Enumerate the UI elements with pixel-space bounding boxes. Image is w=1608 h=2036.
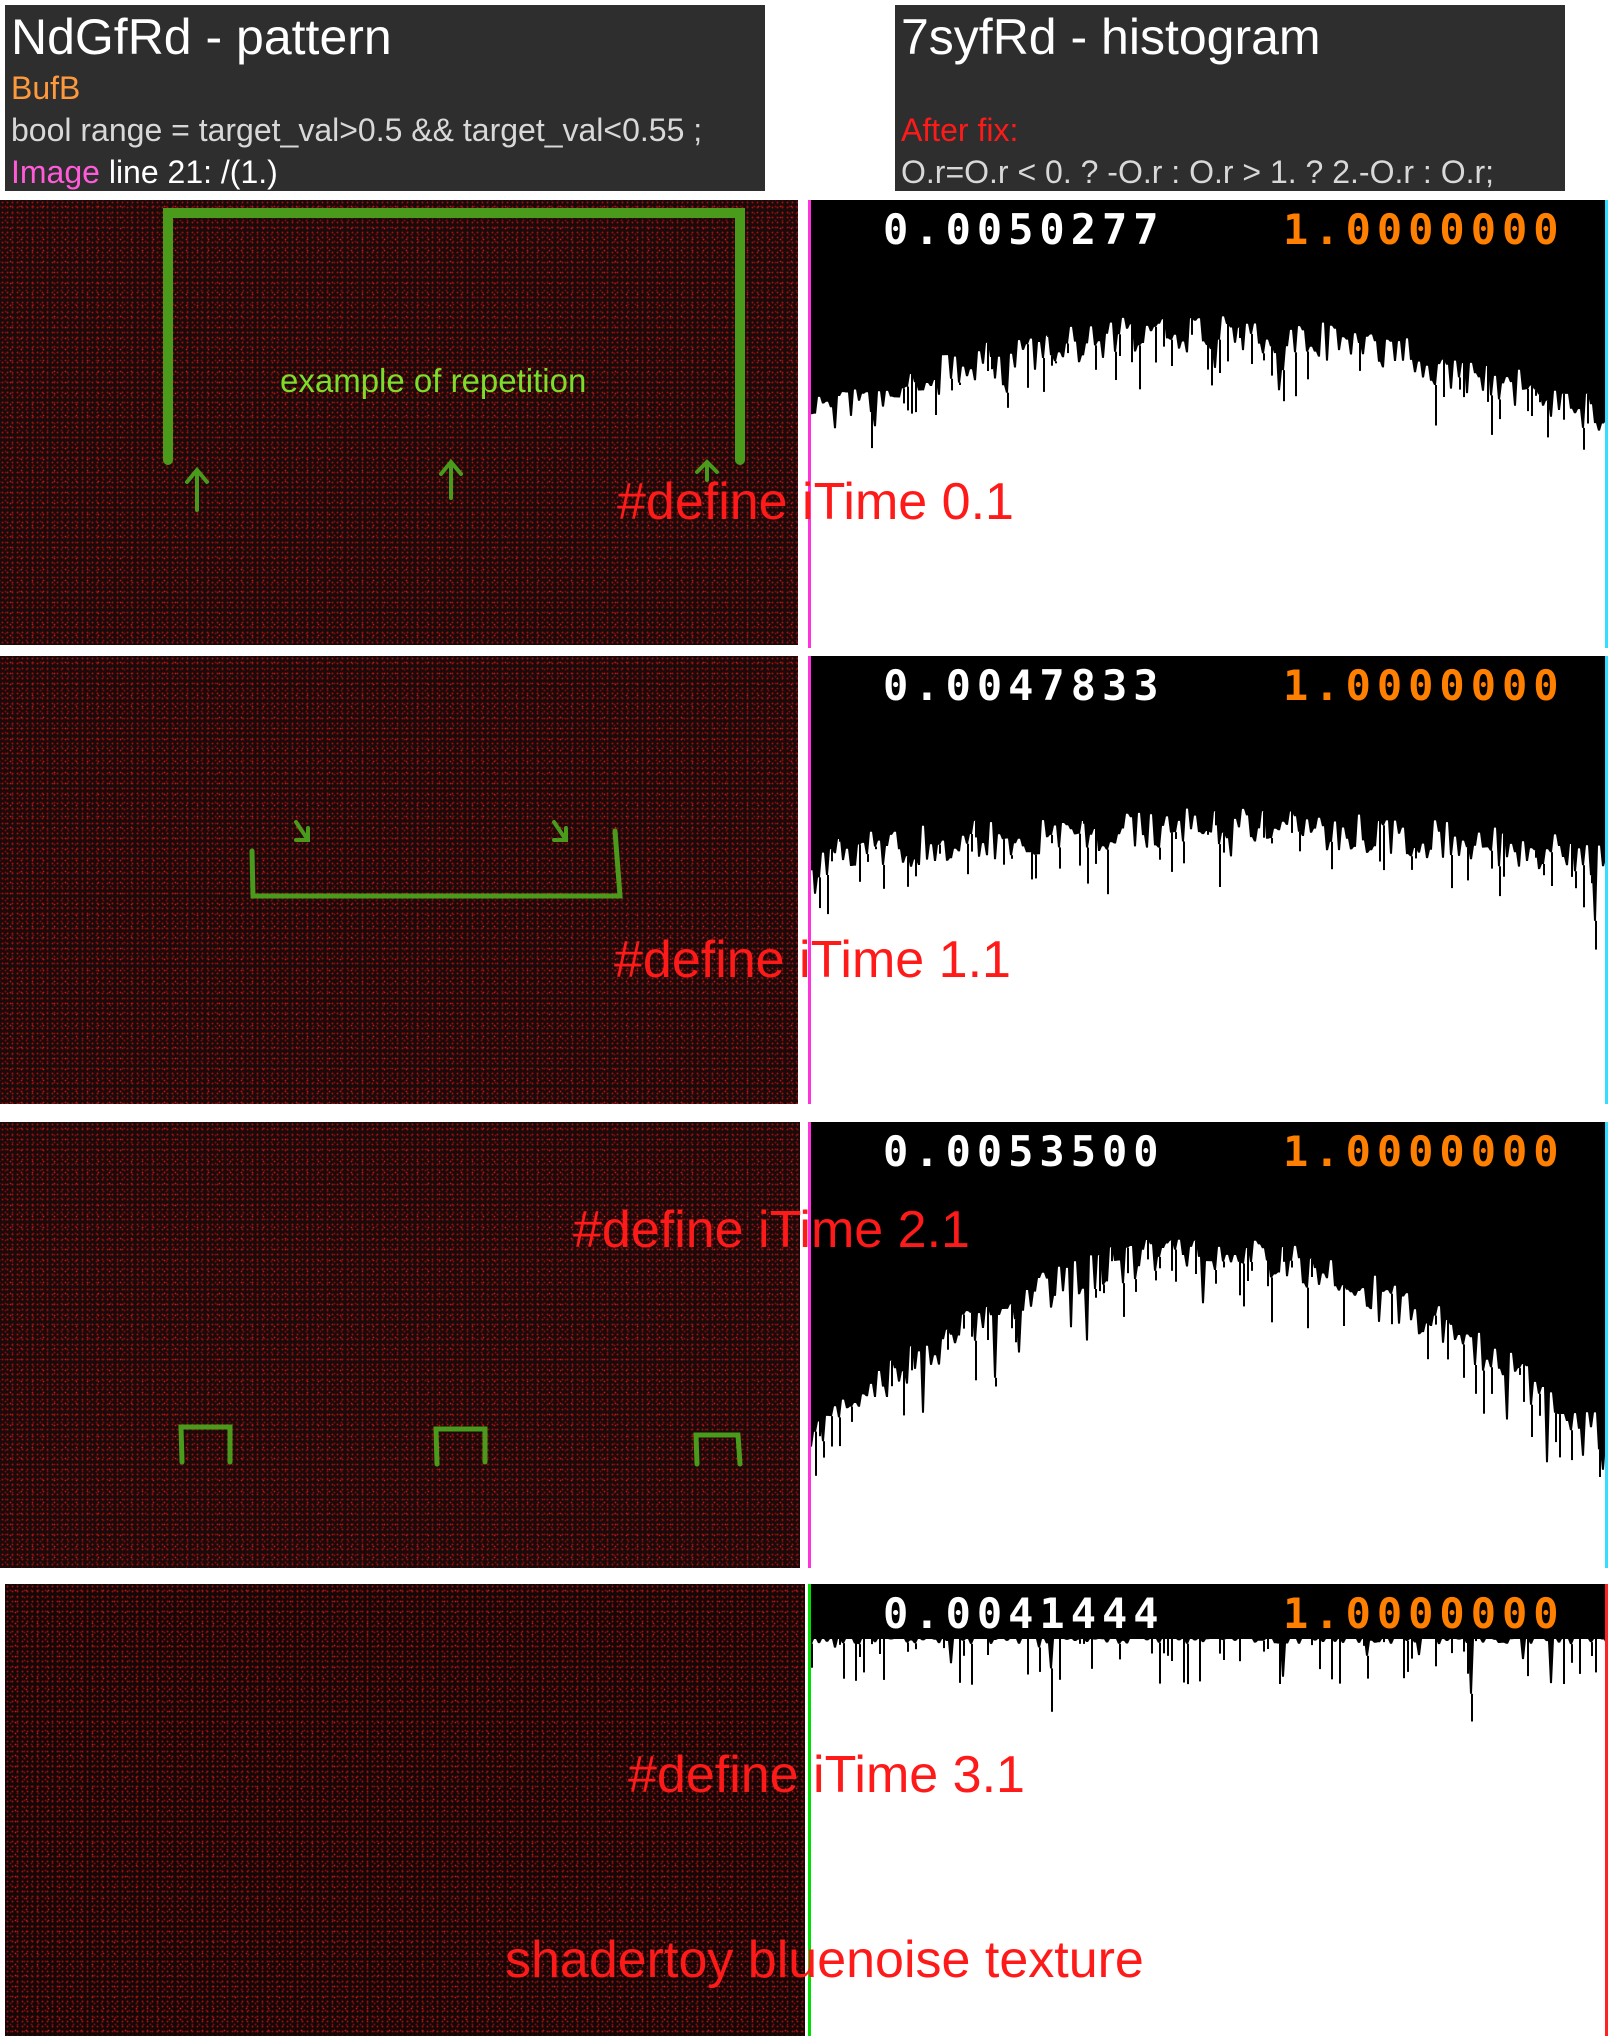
histogram-min-value: 0.0041444 [883, 1589, 1165, 1638]
repetition-markup-1 [163, 208, 745, 512]
image-line: Image line 21: /(1.) [11, 151, 759, 191]
histogram-panel-3: 0.0053500 1.0000000 [808, 1122, 1608, 1568]
row-label-1: #define iTime 0.1 [617, 473, 1014, 531]
image-line-text: line 21: /(1.) [99, 154, 278, 190]
left-header: NdGfRd - pattern BufB bool range = targe… [5, 5, 765, 191]
image-label: Image [11, 154, 100, 190]
histogram-left-edge [808, 1122, 811, 1568]
histogram-left-edge [808, 656, 811, 1104]
row-label-2: #define iTime 1.1 [614, 931, 1011, 989]
histogram-max-value: 1.0000000 [1283, 661, 1565, 710]
fix-label: After fix: [901, 112, 1019, 148]
histogram-min-value: 0.0053500 [883, 1127, 1165, 1176]
fix-code: O.r=O.r < 0. ? -O.r : O.r > 1. ? 2.-O.r … [901, 154, 1495, 190]
histogram-left-edge [808, 200, 811, 648]
row-label-3: #define iTime 2.1 [573, 1201, 970, 1259]
repetition-label: example of repetition [280, 362, 587, 399]
histogram-bars-3 [808, 1122, 1608, 1477]
repetition-markup-2 [249, 820, 623, 899]
left-header-title: NdGfRd - pattern [11, 9, 392, 65]
histogram-min-value: 0.0050277 [883, 205, 1165, 254]
histogram-max-value: 1.0000000 [1283, 1589, 1565, 1638]
repetition-markup-3 [178, 1424, 743, 1467]
histogram-panel-2: 0.0047833 1.0000000 [808, 656, 1608, 1104]
histogram-panel-1: 0.0050277 1.0000000 [808, 200, 1608, 648]
histogram-max-value: 1.0000000 [1283, 205, 1565, 254]
right-header: 7syfRd - histogram After fix: O.r=O.r < … [895, 5, 1565, 191]
buffer-code-line: bool range = target_val>0.5 && target_va… [11, 112, 703, 148]
texture-caption: shadertoy bluenoise texture [505, 1931, 1144, 1989]
right-header-title: 7syfRd - histogram [901, 9, 1321, 65]
histogram-bars-1 [808, 200, 1608, 460]
histogram-max-value: 1.0000000 [1283, 1127, 1565, 1176]
pattern-panel-1: example of repetition [0, 200, 798, 645]
pattern-panel-3 [0, 1122, 800, 1568]
histogram-bars-2 [808, 656, 1608, 950]
row-label-4: #define iTime 3.1 [628, 1746, 1025, 1804]
buffer-label: BufB [11, 70, 81, 106]
histogram-min-value: 0.0047833 [883, 661, 1165, 710]
pattern-panel-2 [0, 656, 798, 1104]
